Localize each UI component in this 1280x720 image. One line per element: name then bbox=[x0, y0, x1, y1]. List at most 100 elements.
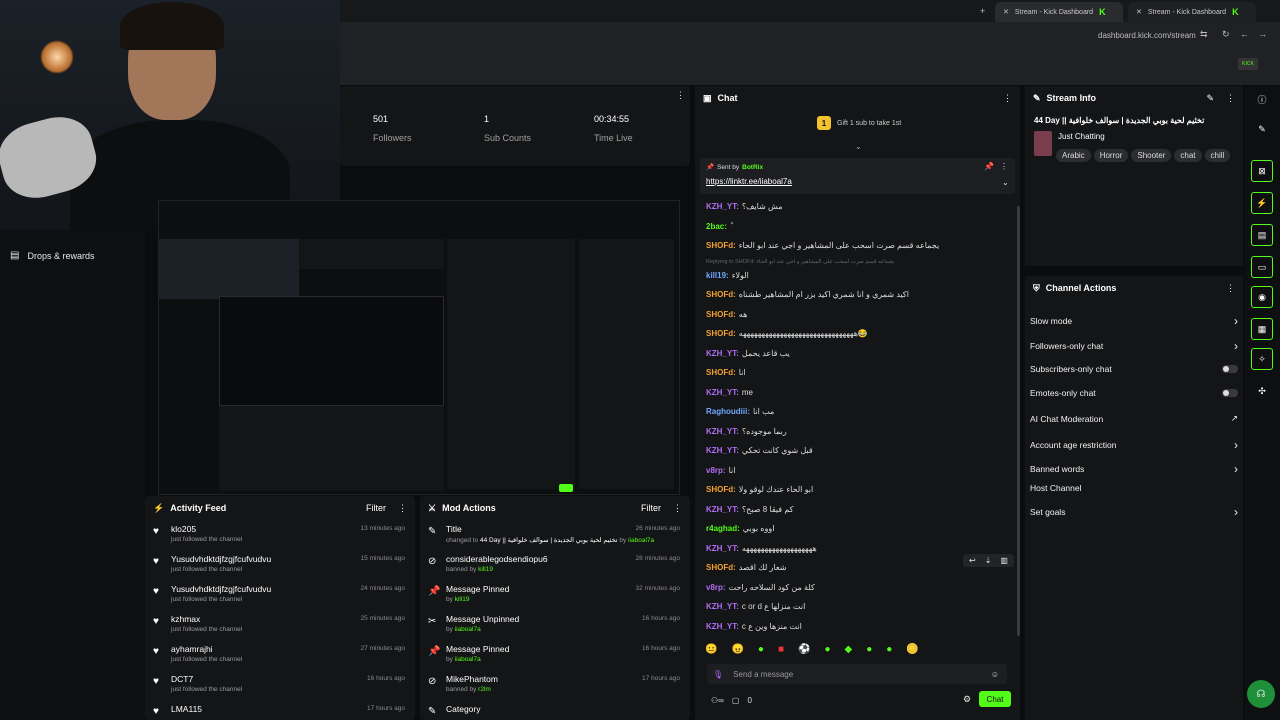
mod-row[interactable]: ⊘ MikePhantom banned by r2lm 17 hours ago bbox=[420, 670, 690, 700]
chat-message[interactable]: kill19: الولاء bbox=[695, 266, 1015, 286]
channel-action-host-channel[interactable]: Host Channel bbox=[1030, 483, 1238, 493]
emote-icon[interactable]: 😠 bbox=[731, 644, 743, 655]
moderator-name[interactable]: kill19 bbox=[478, 566, 493, 573]
tabs-icon[interactable]: ⇆ bbox=[1200, 29, 1208, 40]
emote-icon[interactable]: ● bbox=[866, 644, 872, 655]
chat-message[interactable]: SHOFd: اكيد شمري و انا شمري اكيد بزر ام ا… bbox=[695, 285, 1015, 305]
chat-username[interactable]: SHOFd: bbox=[706, 368, 736, 377]
chat-username[interactable]: r4aghad: bbox=[706, 524, 740, 533]
pencil-icon[interactable]: ✎ bbox=[1251, 118, 1273, 140]
document-icon[interactable]: ▤ bbox=[1251, 224, 1273, 246]
emoji-icon[interactable]: ☺ bbox=[991, 670, 999, 679]
chat-username[interactable]: KZH_YT: bbox=[706, 202, 739, 211]
emote-icon[interactable]: ◆ bbox=[845, 644, 853, 655]
channel-action-slow-mode[interactable]: Slow mode › bbox=[1030, 314, 1238, 328]
chat-message[interactable]: r4aghad: اووه بوبي bbox=[695, 519, 1015, 539]
moderator-name[interactable]: iiaboal7a bbox=[628, 537, 654, 544]
moderator-name[interactable]: r2lm bbox=[478, 686, 491, 693]
url-bar[interactable]: dashboard.kick.com/stream ⇆ ↻ ← → bbox=[340, 26, 1280, 46]
reply-icon[interactable]: ↩ bbox=[969, 556, 976, 565]
chat-username[interactable]: KZH_YT: bbox=[706, 602, 739, 611]
emote-icon[interactable]: 🪙 bbox=[906, 644, 918, 655]
toggle-switch[interactable] bbox=[1222, 365, 1238, 373]
chat-message[interactable]: KZH_YT: c or d انت منزلها ع bbox=[695, 597, 1015, 617]
tag-horror[interactable]: Horror bbox=[1093, 149, 1129, 162]
chat-username[interactable]: v8rp: bbox=[706, 583, 726, 592]
moderator-name[interactable]: iiaboal7a bbox=[455, 626, 481, 633]
chat-username[interactable]: SHOFd: bbox=[706, 241, 736, 250]
channel-action-account-age-restriction[interactable]: Account age restriction › bbox=[1030, 438, 1238, 452]
forward-icon[interactable]: → bbox=[1258, 29, 1267, 39]
moderator-name[interactable]: kill19 bbox=[455, 596, 470, 603]
emote-icon[interactable]: ● bbox=[886, 644, 892, 655]
channel-action-ai-chat-moderation[interactable]: AI Chat Moderation ↗ bbox=[1030, 413, 1238, 424]
chat-username[interactable]: 2bac: bbox=[706, 222, 727, 231]
emote-icon[interactable]: ⚽ bbox=[798, 644, 810, 655]
reload-icon[interactable]: ↻ bbox=[1222, 29, 1230, 40]
emote-icon[interactable]: ● bbox=[824, 644, 830, 655]
external-link-icon[interactable]: ↗ bbox=[1231, 413, 1238, 424]
chat-username[interactable]: KZH_YT: bbox=[706, 349, 739, 358]
chat-username[interactable]: KZH_YT: bbox=[706, 544, 739, 553]
channel-action-banned-words[interactable]: Banned words › bbox=[1030, 462, 1238, 476]
chat-message[interactable]: KZH_YT: قبل شوي كانت تحكي bbox=[695, 441, 1015, 461]
mod-row[interactable]: 📌 Message Pinned by iiaboal7a 16 hours ago bbox=[420, 640, 690, 670]
tag-chill[interactable]: chill bbox=[1204, 149, 1231, 162]
emote-icon[interactable]: ● bbox=[758, 644, 764, 655]
pinned-link[interactable]: https://linktr.ee/iiaboal7a bbox=[706, 177, 792, 186]
chat-message[interactable]: SHOFd: انا bbox=[695, 363, 1015, 383]
new-tab-button[interactable]: + bbox=[980, 6, 985, 16]
chat-username[interactable]: SHOFd: bbox=[706, 485, 736, 494]
activity-row[interactable]: ♥ DCT7 just followed the channel 16 hours a… bbox=[145, 670, 415, 700]
chat-message[interactable]: v8rp: كلة من كود السلاحه راحت bbox=[695, 578, 1015, 598]
activity-row[interactable]: ♥ Yusudvhdktdjfzgjfcufvudvu just followed … bbox=[145, 580, 415, 610]
support-icon[interactable]: ☊ bbox=[1247, 680, 1275, 708]
chat-message[interactable]: SHOFd: هههههههههههههههههههههههههههههههه😂 bbox=[695, 324, 1015, 344]
chat-bubble-icon[interactable]: ▭ bbox=[1251, 256, 1273, 278]
chat-message[interactable]: v8rp: انا bbox=[695, 461, 1015, 481]
mod-row[interactable]: ✎ Category bbox=[420, 700, 690, 720]
more-icon[interactable]: ⋮ bbox=[1003, 93, 1012, 104]
layout-icon[interactable]: ⊠ bbox=[1251, 160, 1273, 182]
stream-preview[interactable] bbox=[158, 200, 680, 495]
chat-username[interactable]: KZH_YT: bbox=[706, 622, 739, 631]
apps-icon[interactable]: ✣ bbox=[1251, 380, 1273, 402]
activity-row[interactable]: ♥ klo205 just followed the channel 13 minut… bbox=[145, 520, 415, 550]
sidebar-item-drops[interactable]: ▤ Drops & rewards bbox=[10, 250, 94, 261]
activity-row[interactable]: ♥ ayhamrajhi just followed the channel 27 m… bbox=[145, 640, 415, 670]
chat-username[interactable]: KZH_YT: bbox=[706, 446, 739, 455]
chevron-right-icon[interactable]: › bbox=[1234, 505, 1238, 519]
mod-row[interactable]: ✎ Title changed to 44 Day || تخثيم لحية بو… bbox=[420, 520, 690, 550]
chat-username[interactable]: kill19: bbox=[706, 271, 729, 280]
more-icon[interactable]: ⋮ bbox=[1226, 93, 1235, 104]
chat-scrollbar[interactable] bbox=[1017, 206, 1020, 636]
chevron-down-icon[interactable]: ⌄ bbox=[1002, 178, 1009, 187]
close-icon[interactable]: ✕ bbox=[1136, 8, 1142, 16]
channel-action-set-goals[interactable]: Set goals › bbox=[1030, 505, 1238, 519]
activity-row[interactable]: ♥ LMA115 17 hours ago bbox=[145, 700, 415, 720]
delete-icon[interactable]: ▥ bbox=[1000, 556, 1008, 565]
activity-row[interactable]: ♥ kzhmax just followed the channel 25 minut… bbox=[145, 610, 415, 640]
chat-message[interactable]: KZH_YT: كم فيقا 8 صبح؟ bbox=[695, 500, 1015, 520]
channel-action-followers-only-chat[interactable]: Followers-only chat › bbox=[1030, 339, 1238, 353]
tab-kick-dashboard-1[interactable]: ✕ Stream - Kick Dashboard K bbox=[995, 2, 1123, 22]
tag-arabic[interactable]: Arabic bbox=[1056, 149, 1091, 162]
chevron-right-icon[interactable]: › bbox=[1234, 314, 1238, 328]
bolt-icon[interactable]: ⚡ bbox=[1251, 192, 1273, 214]
channel-action-emotes-only-chat[interactable]: Emotes-only chat bbox=[1030, 388, 1238, 398]
chat-username[interactable]: KZH_YT: bbox=[706, 505, 739, 514]
settings-gear-icon[interactable]: ⚙ bbox=[963, 694, 971, 705]
more-icon[interactable]: ⋮ bbox=[1226, 283, 1235, 294]
gift-leaderboard[interactable]: 1 Gift 1 sub to take 1st bbox=[817, 116, 901, 130]
mod-row[interactable]: ✂ Message Unpinned by iiaboal7a 16 hours ag… bbox=[420, 610, 690, 640]
chat-username[interactable]: v8rp: bbox=[706, 466, 726, 475]
chat-message[interactable]: 2bac:ً bbox=[695, 217, 1015, 237]
send-chat-button[interactable]: Chat bbox=[979, 691, 1011, 707]
chat-message[interactable]: Raghoudiii: مب انا bbox=[695, 402, 1015, 422]
back-icon[interactable]: ← bbox=[1240, 29, 1249, 39]
chat-username[interactable]: SHOFd: bbox=[706, 290, 736, 299]
chat-message[interactable]: KZH_YT: يب قاعد يحمل bbox=[695, 344, 1015, 364]
chat-username[interactable]: Raghoudiii: bbox=[706, 407, 750, 416]
chevron-right-icon[interactable]: › bbox=[1234, 438, 1238, 452]
chat-message[interactable]: KZH_YT: ربما موجوده؟ bbox=[695, 422, 1015, 442]
